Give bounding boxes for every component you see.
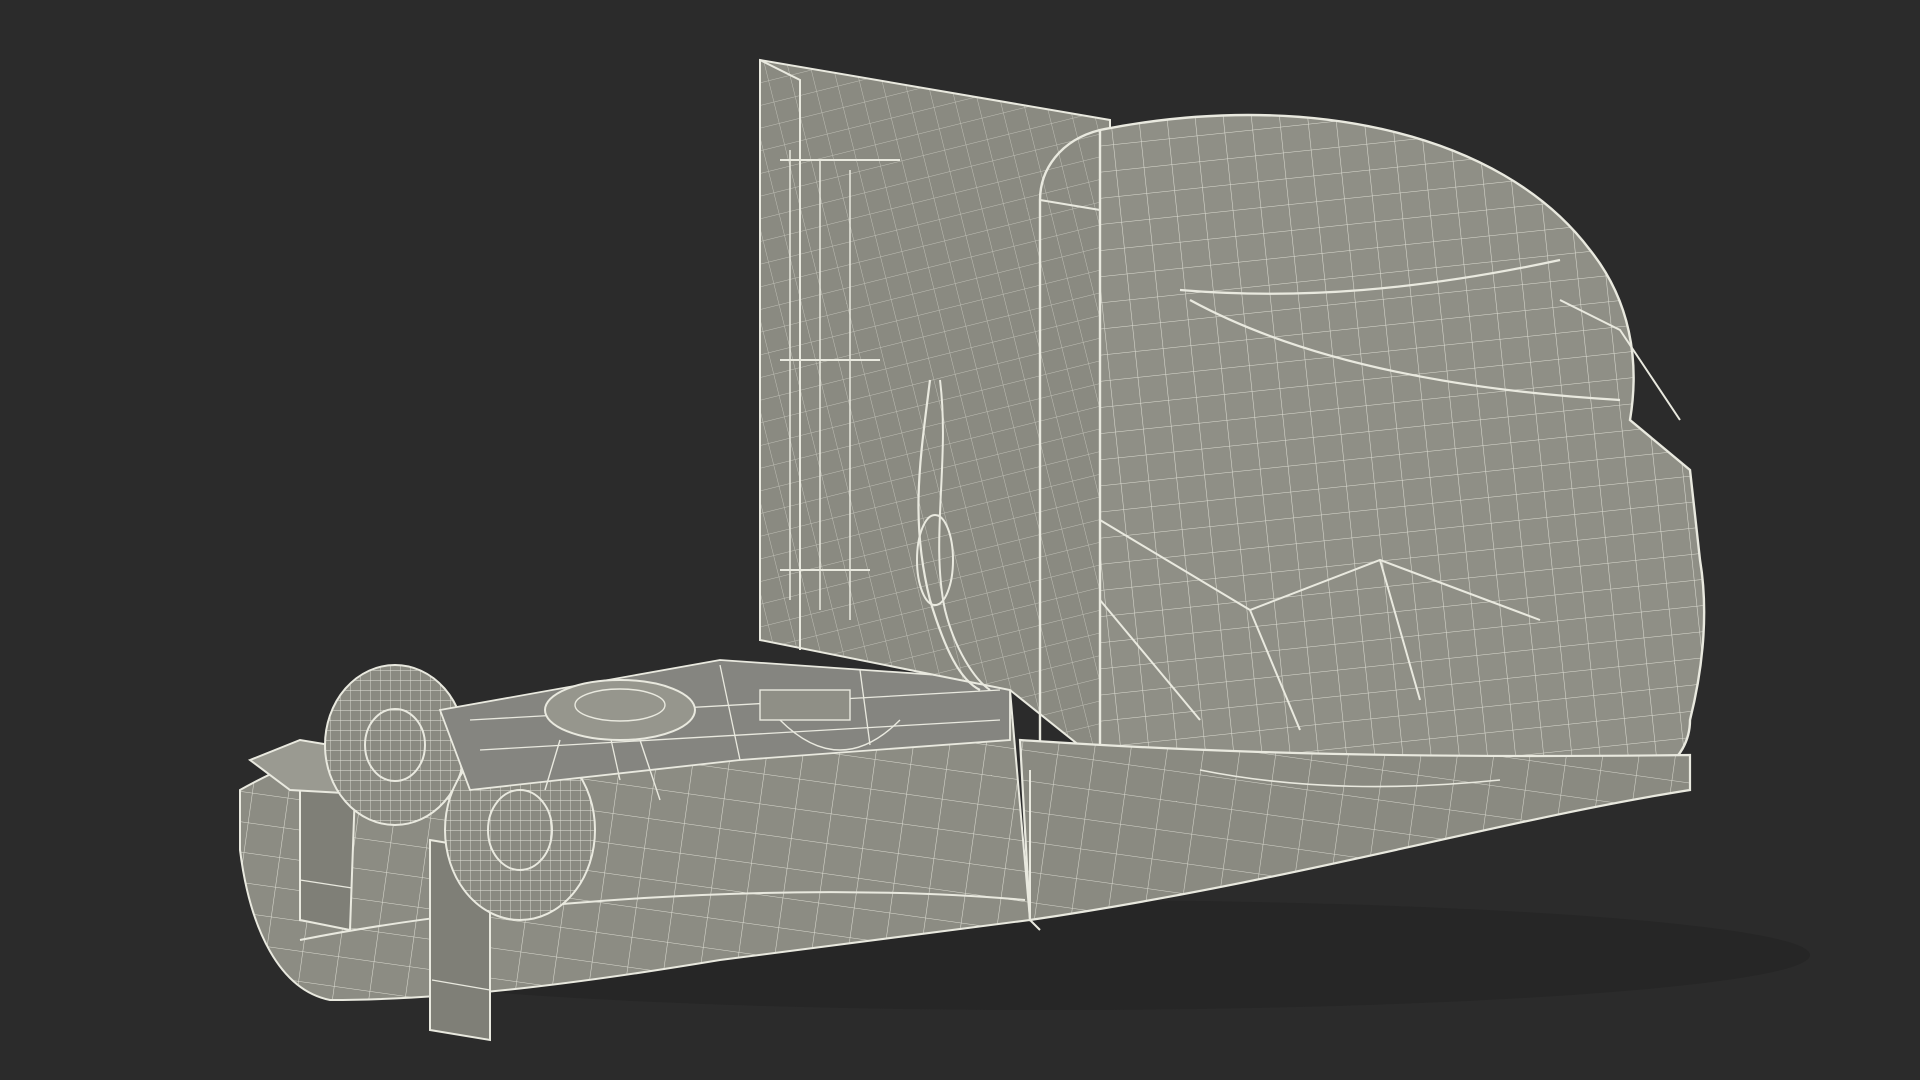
cab-body xyxy=(1038,113,1706,772)
render-viewport xyxy=(0,0,1920,1080)
side-fairing-lower xyxy=(1018,738,1692,931)
truck-wireframe-render xyxy=(239,58,1810,1042)
